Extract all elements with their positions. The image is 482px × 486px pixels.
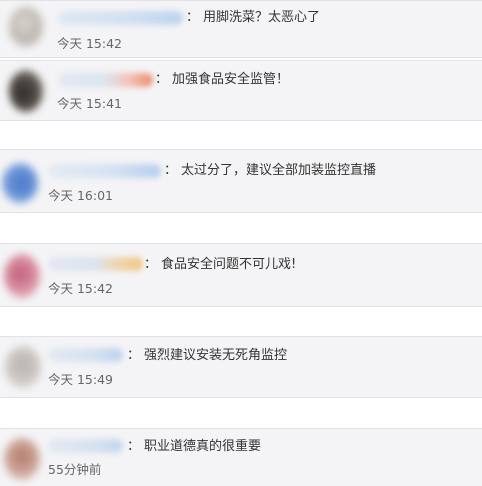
avatar[interactable] (4, 254, 40, 298)
comment-item[interactable]: ：加强食品安全监管！ 今天 15:41 (0, 60, 482, 121)
separator: ： (155, 72, 169, 87)
comment-text: ：用脚洗菜？太恶心了 (186, 10, 321, 25)
comment-time: 今天 15:42 (48, 281, 113, 296)
comment-time: 55分钟前 (48, 462, 102, 477)
comment-text: ：加强食品安全监管！ (155, 72, 290, 87)
avatar[interactable] (5, 346, 41, 388)
comment-item[interactable]: ：强烈建议安装无死角监控 今天 15:49 (0, 336, 482, 398)
username[interactable] (58, 73, 153, 87)
avatar[interactable] (2, 163, 38, 203)
comment-item[interactable]: ：太过分了，建议全部加装监控直播 今天 16:01 (0, 149, 482, 213)
avatar[interactable] (9, 7, 43, 47)
separator: ： (186, 10, 200, 25)
comment-time: 今天 15:42 (57, 36, 122, 51)
comment-text: ：太过分了，建议全部加装监控直播 (164, 163, 377, 178)
comment-item[interactable]: ：职业道德真的很重要 55分钟前 (0, 428, 482, 486)
comment-time: 今天 15:41 (57, 96, 122, 111)
comment-text: ：强烈建议安装无死角监控 (127, 348, 288, 363)
avatar[interactable] (4, 438, 40, 480)
separator: ： (127, 348, 141, 363)
username[interactable] (48, 164, 161, 178)
comment-feed: ：用脚洗菜？太恶心了 今天 15:42 ：加强食品安全监管！ 今天 15:41 … (0, 0, 482, 486)
username[interactable] (48, 348, 123, 362)
username[interactable] (58, 11, 183, 25)
separator: ： (144, 257, 158, 272)
comment-time: 今天 15:49 (48, 372, 113, 387)
username[interactable] (48, 257, 143, 271)
comment-time: 今天 16:01 (48, 188, 113, 203)
separator: ： (127, 439, 141, 454)
avatar[interactable] (9, 70, 43, 112)
separator: ： (164, 163, 178, 178)
comment-item[interactable]: ：食品安全问题不可儿戏! 今天 15:42 (0, 243, 482, 307)
comment-text: ：食品安全问题不可儿戏! (144, 257, 297, 272)
comment-text: ：职业道德真的很重要 (127, 439, 262, 454)
comment-item[interactable]: ：用脚洗菜？太恶心了 今天 15:42 (0, 0, 482, 58)
username[interactable] (48, 439, 123, 453)
